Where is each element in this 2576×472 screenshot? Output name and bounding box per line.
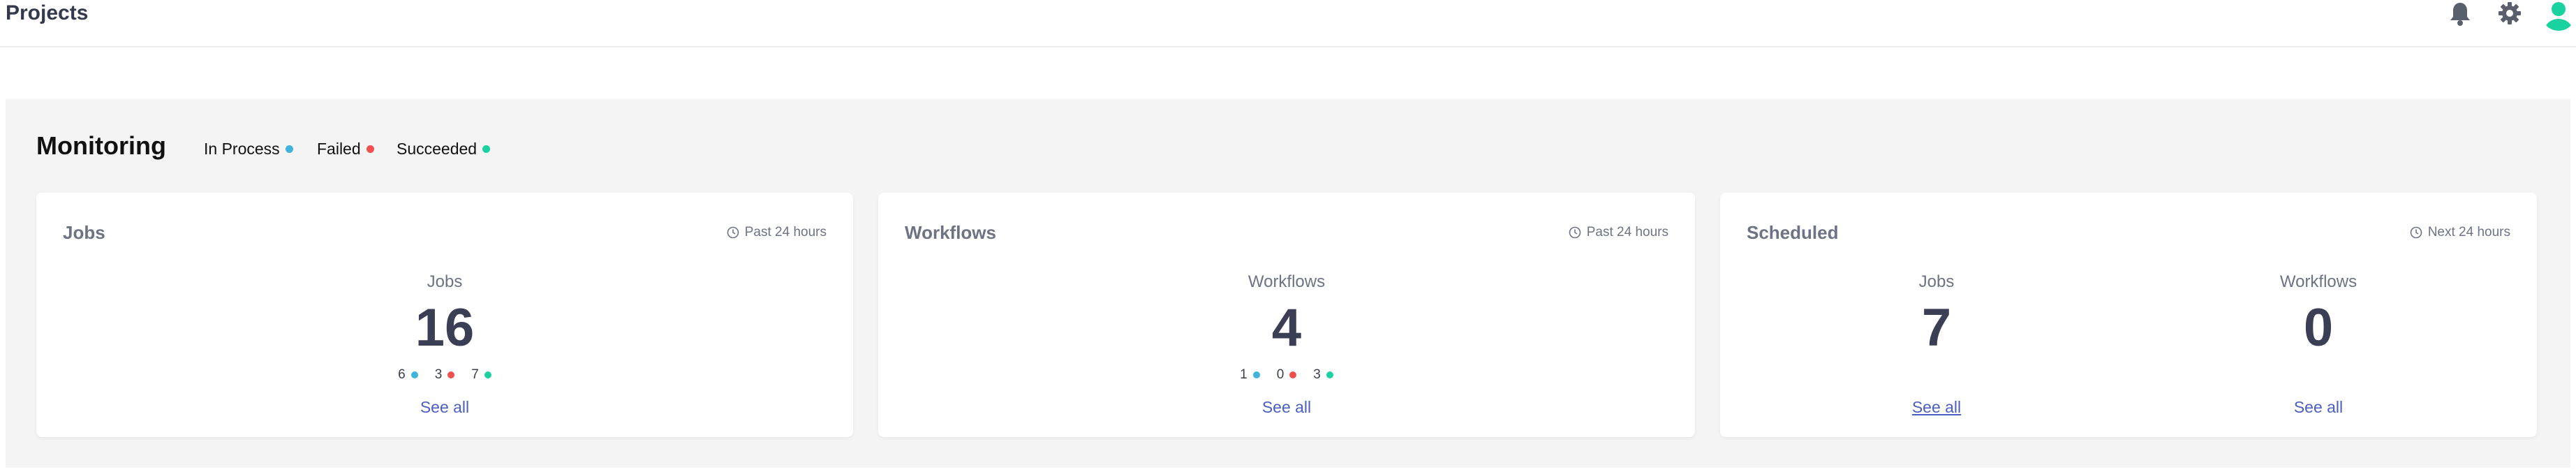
- card-title: Jobs: [63, 222, 105, 243]
- legend-in-process: In Process: [204, 140, 293, 158]
- metric-label: Jobs: [427, 272, 463, 291]
- user-avatar-icon[interactable]: [2541, 0, 2576, 31]
- monitoring-title: Monitoring: [36, 131, 166, 160]
- failed-dot-icon: [1289, 371, 1297, 378]
- monitoring-panel: Monitoring In Process Failed Succeeded J…: [6, 99, 2570, 468]
- period-label: Past 24 hours: [1569, 225, 1668, 240]
- legend-failed: Failed: [317, 140, 374, 158]
- failed-dot-icon: [447, 371, 455, 378]
- failed-count: 0: [1277, 367, 1297, 383]
- in-process-dot-icon: [1252, 371, 1260, 378]
- period-text: Past 24 hours: [1586, 225, 1668, 239]
- succeeded-dot-icon: [1326, 371, 1333, 378]
- failed-dot-icon: [366, 145, 374, 153]
- top-bar: Projects: [0, 0, 2576, 47]
- metric-value: 4: [1271, 298, 1302, 357]
- scheduled-workflows-value: 0: [2303, 298, 2334, 357]
- succeeded-dot-icon: [484, 371, 491, 378]
- failed-count: 3: [435, 367, 455, 383]
- bell-icon[interactable]: [2449, 1, 2471, 27]
- card-title: Scheduled: [1747, 222, 1839, 243]
- in-process-count: 6: [398, 367, 418, 383]
- see-all-scheduled-workflows-link[interactable]: See all: [2214, 398, 2423, 417]
- in-process-dot-icon: [285, 145, 293, 153]
- in-process-count: 1: [1240, 367, 1260, 383]
- page-title: Projects: [6, 1, 89, 24]
- metric-value: 16: [415, 298, 475, 357]
- succeeded-dot-icon: [482, 145, 491, 153]
- card-title: Workflows: [905, 222, 996, 243]
- legend-succeeded: Succeeded: [397, 140, 491, 158]
- jobs-card: Jobs Past 24 hours Jobs 16 6 3 7 See all: [36, 193, 853, 437]
- scheduled-workflows-label: Workflows: [2279, 272, 2357, 291]
- status-breakdown: 1 0 3: [1182, 367, 1391, 383]
- period-label: Past 24 hours: [727, 225, 827, 240]
- scheduled-jobs-label: Jobs: [1918, 272, 1955, 291]
- scheduled-card: Scheduled Next 24 hours Jobs 7 See all W…: [1720, 193, 2537, 437]
- period-text: Past 24 hours: [744, 225, 827, 239]
- scheduled-jobs-value: 7: [1921, 298, 1952, 357]
- in-process-dot-icon: [410, 371, 418, 378]
- legend-label: Succeeded: [397, 140, 478, 158]
- see-all-jobs-link[interactable]: See all: [340, 398, 549, 417]
- status-breakdown: 6 3 7: [340, 367, 549, 383]
- clock-icon: [1569, 226, 1581, 239]
- legend-label: In Process: [204, 140, 280, 158]
- period-label: Next 24 hours: [2410, 225, 2510, 240]
- period-text: Next 24 hours: [2427, 225, 2510, 239]
- see-all-workflows-link[interactable]: See all: [1182, 398, 1391, 417]
- succeeded-count: 3: [1313, 367, 1333, 383]
- succeeded-count: 7: [471, 367, 491, 383]
- workflows-card: Workflows Past 24 hours Workflows 4 1 0 …: [878, 193, 1695, 437]
- legend-label: Failed: [317, 140, 361, 158]
- clock-icon: [2410, 226, 2422, 239]
- metric-label: Workflows: [1248, 272, 1326, 291]
- gear-icon[interactable]: [2498, 1, 2522, 25]
- clock-icon: [727, 226, 739, 239]
- see-all-scheduled-jobs-link[interactable]: See all: [1832, 398, 2041, 417]
